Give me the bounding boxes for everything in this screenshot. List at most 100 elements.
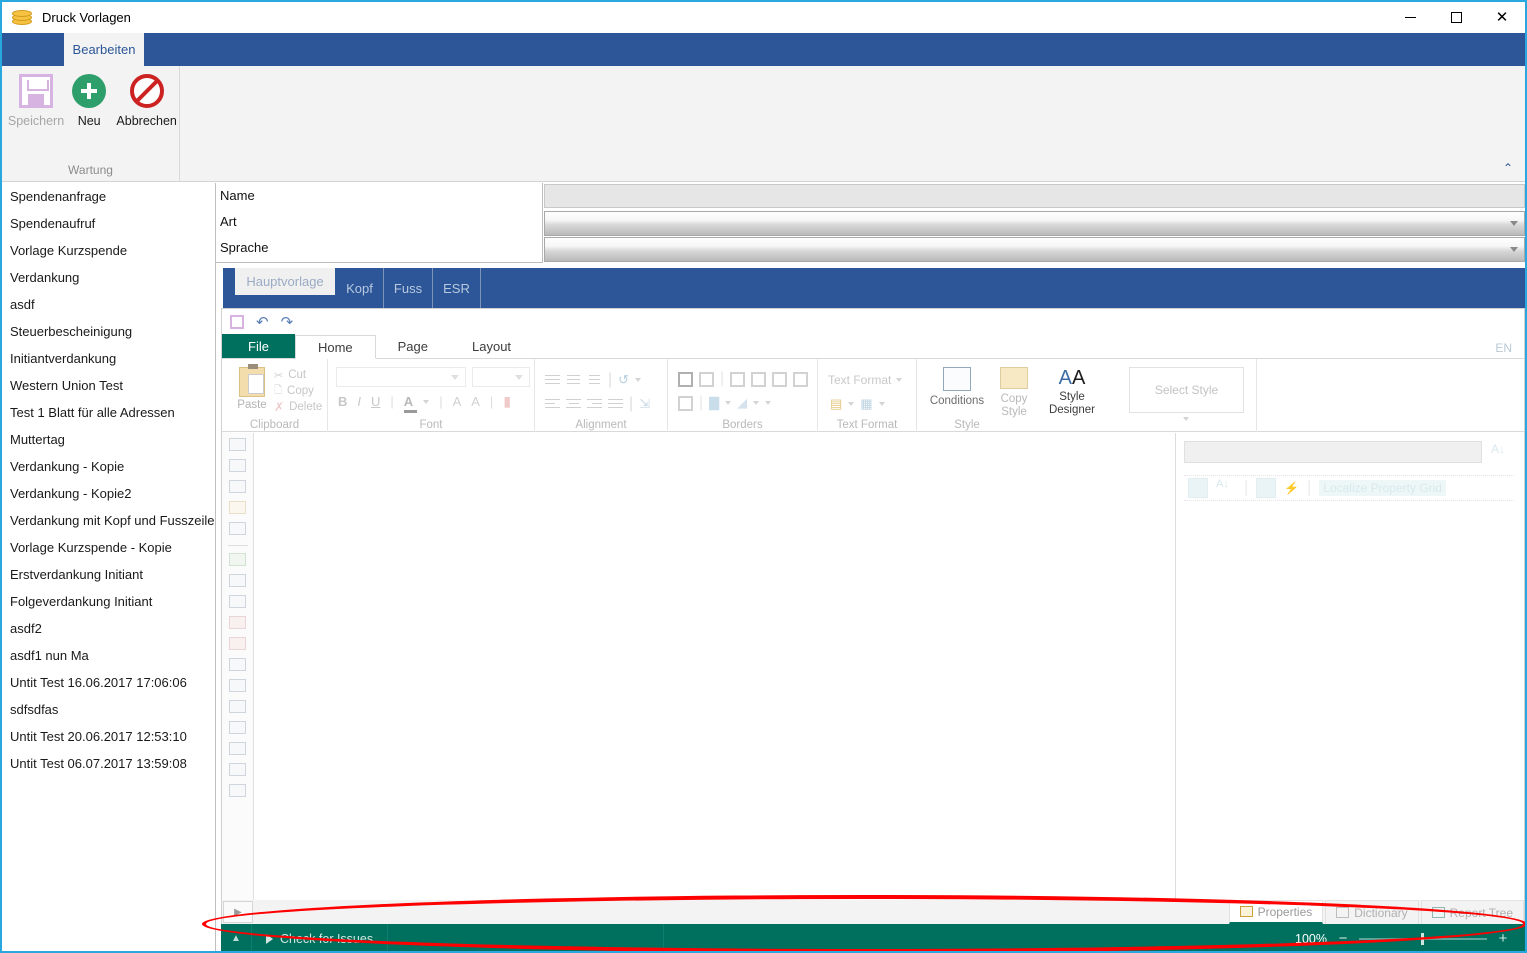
list-item[interactable]: Test 1 Blatt für alle Adressen (2, 399, 215, 426)
conditions-button[interactable]: Conditions (927, 367, 987, 407)
list-item[interactable]: Spendenanfrage (2, 183, 215, 210)
art-dropdown[interactable] (544, 211, 1525, 236)
zoom-in-button[interactable]: + (1497, 930, 1509, 947)
tab-page[interactable]: Page (376, 334, 450, 358)
delete-button[interactable]: ✗ Delete (274, 399, 322, 415)
status-expand-icon[interactable]: ▲ (221, 933, 251, 944)
tool-sub-report-icon[interactable] (227, 636, 249, 654)
tab-properties[interactable]: Properties (1228, 900, 1324, 924)
tab-hauptvorlage[interactable]: Hauptvorlage (235, 268, 335, 295)
number-format-icon[interactable]: ▤ (830, 396, 842, 412)
list-item[interactable]: Verdankung (2, 264, 215, 291)
tab-esr[interactable]: ESR (433, 268, 481, 308)
border-left-icon[interactable] (772, 371, 788, 387)
tool-rectangle-icon[interactable] (227, 678, 249, 696)
list-item[interactable]: Untit Test 16.06.2017 17:06:06 (2, 669, 215, 696)
chevron-down-icon[interactable] (848, 402, 855, 406)
zoom-out-button[interactable]: − (1337, 930, 1349, 947)
tool-image-icon[interactable] (227, 741, 249, 759)
eraser-icon[interactable]: ▮ (503, 393, 511, 410)
designer-toolbox[interactable] (222, 433, 254, 923)
tab-home[interactable]: Home (294, 335, 376, 359)
list-item[interactable]: asdf (2, 291, 215, 318)
tool-panel-icon[interactable] (227, 479, 249, 497)
tab-layout[interactable]: Layout (450, 334, 533, 358)
cancel-button[interactable]: Abbrechen (114, 74, 179, 128)
border-outline-icon[interactable] (678, 395, 693, 411)
tool-panel2-icon[interactable] (227, 657, 249, 675)
tool-cross-band-icon[interactable] (227, 458, 249, 476)
list-item[interactable]: sdfsdfas (2, 696, 215, 723)
paste-button[interactable]: Paste (230, 364, 274, 411)
list-item[interactable]: asdf1 nun Ma (2, 642, 215, 669)
property-object-selector[interactable] (1184, 441, 1482, 463)
tool-data-band-icon[interactable] (227, 615, 249, 633)
align-top-icon[interactable] (545, 374, 560, 386)
style-designer-button[interactable]: AA Style Designer (1041, 367, 1103, 417)
template-list[interactable]: Spendenanfrage Spendenaufruf Vorlage Kur… (2, 183, 216, 951)
localize-property-grid-label[interactable]: Localize Property Grid (1319, 480, 1446, 496)
list-item[interactable]: Western Union Test (2, 372, 215, 399)
list-item[interactable]: Untit Test 20.06.2017 12:53:10 (2, 723, 215, 750)
align-justify-icon[interactable] (608, 398, 623, 410)
zoom-slider[interactable] (1359, 932, 1487, 945)
font-family-dropdown[interactable] (336, 367, 466, 387)
list-item[interactable]: Spendenaufruf (2, 210, 215, 237)
align-right-icon[interactable] (587, 398, 602, 410)
maximize-button[interactable] (1433, 2, 1479, 33)
bold-button[interactable]: B (338, 394, 347, 409)
tab-report-tree[interactable]: Report Tree (1420, 900, 1524, 924)
tab-kopf[interactable]: Kopf (336, 268, 384, 308)
chevron-down-icon[interactable] (753, 401, 760, 405)
report-canvas[interactable] (254, 433, 1176, 923)
align-center-icon[interactable] (566, 398, 581, 410)
list-item[interactable]: Steuerbescheinigung (2, 318, 215, 345)
list-item[interactable]: Folgeverdankung Initiant (2, 588, 215, 615)
list-item[interactable]: Verdankung mit Kopf und Fusszeile DE (2, 507, 215, 534)
undo-icon[interactable]: ↶ (256, 313, 269, 331)
font-size-dropdown[interactable] (472, 367, 530, 387)
tab-file[interactable]: File (222, 334, 295, 358)
list-item[interactable]: asdf2 (2, 615, 215, 642)
save-button[interactable]: Speichern (8, 74, 64, 128)
sprache-dropdown[interactable] (544, 237, 1525, 262)
tool-settings-icon[interactable] (227, 783, 249, 801)
list-item[interactable]: Verdankung - Kopie (2, 453, 215, 480)
align-middle-icon[interactable] (566, 374, 581, 386)
border-none-icon[interactable] (699, 371, 714, 387)
border-style-dropdown-icon[interactable] (765, 401, 772, 405)
tool-checkbox-icon[interactable] (227, 699, 249, 717)
expand-panel-button[interactable]: ▶ (223, 901, 253, 923)
font-color-button[interactable]: A (403, 394, 417, 413)
shrink-font-button[interactable]: A (471, 394, 480, 409)
tab-fuss[interactable]: Fuss (384, 268, 433, 308)
list-item[interactable]: Untit Test 06.07.2017 13:59:08 (2, 750, 215, 777)
name-field[interactable] (544, 184, 1525, 208)
zoom-slider-thumb[interactable] (1421, 932, 1424, 945)
copy-button[interactable]: 🗋 Copy (274, 383, 322, 399)
list-item[interactable]: Vorlage Kurzspende (2, 237, 215, 264)
save-icon[interactable] (230, 315, 244, 329)
border-all-icon[interactable] (678, 371, 693, 387)
tool-band-icon[interactable] (227, 437, 249, 455)
check-for-issues-button[interactable]: Check for Issues (252, 932, 387, 946)
events-icon[interactable]: ⚡ (1284, 481, 1299, 495)
property-pages-icon[interactable] (1256, 478, 1277, 498)
underline-button[interactable]: U (371, 394, 380, 409)
tool-rich-text-icon[interactable] (227, 573, 249, 591)
align-bottom-icon[interactable] (587, 374, 602, 386)
tab-bearbeiten[interactable]: Bearbeiten (64, 33, 144, 66)
language-badge[interactable]: EN (1495, 341, 1512, 355)
word-wrap-icon[interactable]: ⇲ (639, 396, 650, 412)
tool-text-block-icon[interactable] (227, 594, 249, 612)
list-item[interactable]: Muttertag (2, 426, 215, 453)
text-format-dropdown[interactable]: Text Format (828, 373, 903, 387)
tool-chart-icon[interactable] (227, 762, 249, 780)
align-left-icon[interactable] (545, 398, 560, 410)
sort-az-icon[interactable]: A↓ (1491, 442, 1505, 456)
new-button[interactable]: Neu (64, 74, 114, 128)
chevron-down-icon[interactable] (725, 401, 732, 405)
fill-color-icon[interactable]: ▇ (709, 395, 719, 411)
cut-button[interactable]: ✂ Cut (274, 367, 322, 383)
close-button[interactable]: ✕ (1479, 2, 1525, 33)
